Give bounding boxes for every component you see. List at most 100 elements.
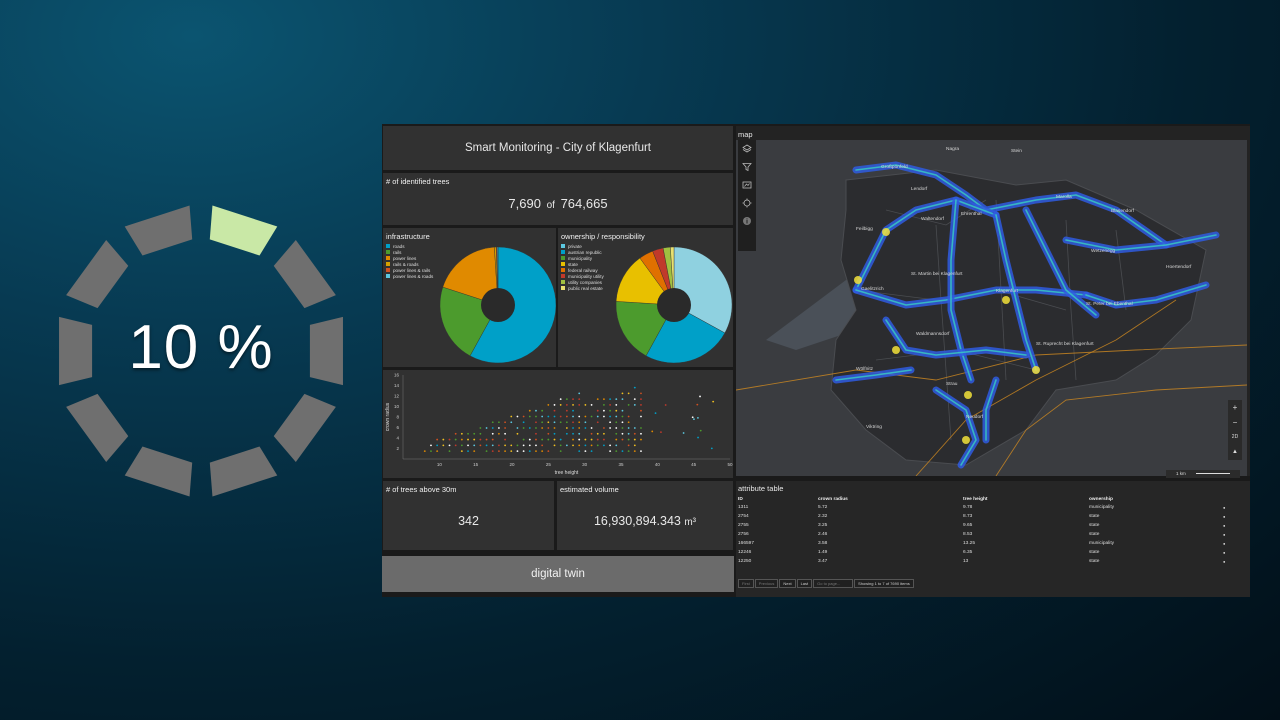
scatter-point	[578, 398, 581, 401]
last-page-button[interactable]: Last	[796, 579, 813, 588]
scatter-point	[697, 417, 699, 419]
locate-row-icon[interactable]: ●	[1223, 512, 1238, 521]
scatter-point	[528, 444, 531, 447]
scatter-point	[448, 438, 451, 441]
scatter-point	[603, 427, 605, 429]
legend-label: roads	[393, 243, 405, 249]
scatter-point	[553, 444, 556, 447]
zoom-out-button[interactable]: −	[1228, 415, 1242, 430]
legend-item[interactable]: power lines & roads	[386, 273, 433, 279]
scatter-point	[473, 432, 476, 435]
scatter-point	[603, 409, 605, 412]
place-label: Strau	[946, 381, 958, 387]
column-header[interactable]: tree height	[963, 495, 1089, 503]
scatter-point	[615, 438, 618, 441]
table-cell: 1311	[738, 505, 749, 510]
progress-segment	[273, 393, 336, 463]
scatter-point	[609, 415, 611, 418]
scatter-point	[485, 444, 488, 447]
scatter-point	[504, 432, 506, 435]
scale-line	[1196, 473, 1230, 474]
map-toolbar	[738, 140, 756, 251]
scatter-point	[572, 432, 574, 435]
scatter-point	[479, 427, 482, 429]
legend-item[interactable]: utility companies	[561, 279, 604, 285]
legend-swatch	[561, 274, 565, 278]
place-label: Feilbigg	[856, 226, 873, 232]
table-row[interactable]: 166597 3.58 13.25 municipality ●	[738, 539, 1238, 548]
scatter-point	[621, 438, 624, 441]
place-label: Marolla	[1056, 194, 1072, 200]
locate-row-icon[interactable]: ●	[1223, 521, 1238, 530]
legend-label: public real estate	[568, 285, 603, 291]
scatter-point	[467, 450, 469, 453]
scatter-point	[596, 444, 599, 447]
column-header[interactable]: ownership	[1089, 495, 1223, 503]
scatter-point	[640, 450, 642, 453]
legend-item[interactable]: municipality utility	[561, 273, 604, 279]
table-row[interactable]: 2756 2.46 8.53 state ●	[738, 530, 1238, 539]
scatter-point	[553, 427, 556, 429]
scatter-point	[590, 444, 593, 447]
legend-item[interactable]: public real estate	[561, 285, 604, 291]
map-panel: map Nagra Stein Großponfeld Lendorf Marolla B…	[736, 126, 1250, 478]
locate-row-icon[interactable]: ●	[1223, 503, 1238, 512]
scatter-point	[603, 415, 605, 418]
scatter-point	[621, 450, 624, 453]
scatter-point	[528, 450, 531, 453]
first-page-button[interactable]: First	[738, 579, 754, 588]
info-icon[interactable]	[738, 212, 756, 230]
place-label: Klagenfurt	[996, 288, 1019, 294]
legend-swatch	[561, 250, 565, 254]
view-mode-button[interactable]: 2D	[1228, 430, 1242, 445]
scatter-point	[693, 418, 695, 421]
table-row[interactable]: 2755 3.25 9.65 state ●	[738, 521, 1238, 530]
place-label: Ehrenthal	[961, 211, 982, 217]
digital-twin-button[interactable]: digital twin	[382, 556, 734, 592]
zoom-in-button[interactable]: +	[1228, 400, 1242, 415]
attribute-table: ID crown radius tree height ownership 13…	[738, 495, 1238, 566]
scatter-point	[504, 450, 506, 453]
table-row[interactable]: 2754 2.32 8.73 state ●	[738, 512, 1238, 521]
scatter-point	[682, 432, 685, 434]
scatter-point	[553, 409, 556, 412]
locate-row-icon[interactable]: ●	[1223, 557, 1238, 566]
table-row[interactable]: 12246 1.49 6.35 state ●	[738, 548, 1238, 557]
scatter-point	[572, 427, 574, 429]
legend-item[interactable]: federal railway	[561, 267, 604, 273]
compass-button[interactable]: ▲	[1228, 445, 1242, 460]
scatter-point	[510, 444, 513, 447]
title-panel: Smart Monitoring - City of Klagenfurt	[383, 126, 733, 170]
legend-swatch	[561, 280, 565, 284]
scatter-point	[640, 438, 642, 441]
scatter-point	[547, 438, 550, 441]
layers-icon[interactable]	[738, 140, 756, 158]
scatter-point	[541, 427, 544, 429]
locate-row-icon[interactable]: ●	[1223, 548, 1238, 557]
scatter-point	[541, 438, 544, 441]
previous-page-button[interactable]: Previous	[754, 579, 779, 588]
column-header[interactable]: ID	[738, 495, 818, 503]
filter-icon[interactable]	[738, 158, 756, 176]
scatter-point	[460, 432, 463, 435]
table-row[interactable]: 1311 5.72 9.78 municipality ●	[738, 503, 1238, 512]
legend-swatch	[561, 256, 565, 260]
table-cell: 8.53	[963, 532, 973, 537]
legend-icon[interactable]	[738, 176, 756, 194]
scatter-point	[498, 427, 500, 429]
locate-row-icon[interactable]: ●	[1223, 539, 1238, 548]
legend-label: federal railway	[568, 267, 598, 273]
table-cell: 12250	[738, 559, 752, 564]
goto-page-input[interactable]: Go to page...	[813, 579, 854, 588]
column-header[interactable]: crown radius	[818, 495, 963, 503]
scatter-point	[621, 398, 624, 401]
scatter-point	[516, 450, 519, 453]
locate-row-icon[interactable]: ●	[1223, 530, 1238, 539]
next-page-button[interactable]: Next	[779, 579, 796, 588]
legend-item[interactable]: austrian republic	[561, 249, 604, 255]
table-row[interactable]: 12250 3.47 13 state ●	[738, 557, 1238, 566]
legend-label: rails & roads	[393, 261, 419, 267]
map-canvas[interactable]: Nagra Stein Großponfeld Lendorf Marolla Blase…	[736, 140, 1247, 476]
locate-icon[interactable]	[738, 194, 756, 212]
legend-item[interactable]: power lines & rails	[386, 267, 433, 273]
